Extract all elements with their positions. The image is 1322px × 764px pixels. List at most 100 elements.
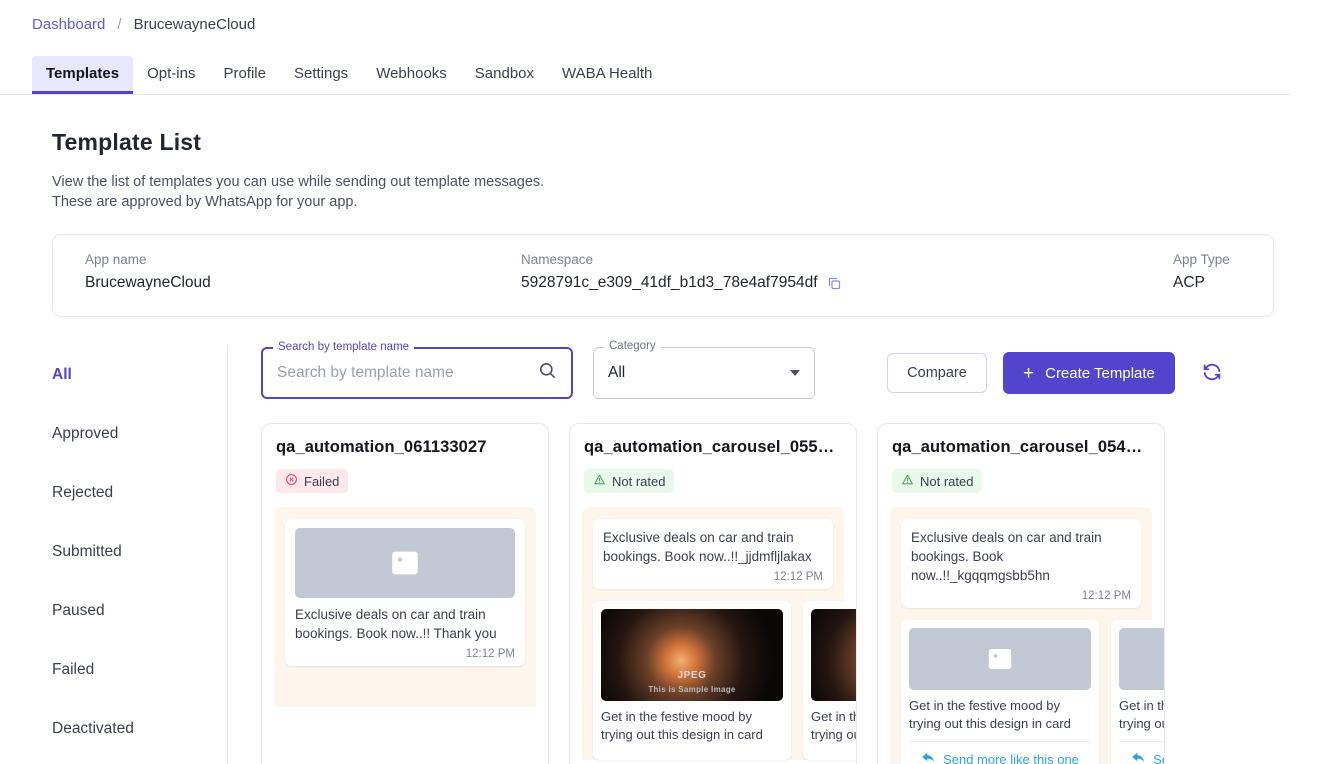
bubble-text: Exclusive deals on car and train booking… [295,607,497,641]
carousel-image-sublabel: This is Sample Image [648,685,736,694]
category-selected-value: All [608,364,626,381]
page-subtitle: View the list of templates you can use w… [52,172,1322,212]
carousel-image-sublabel: This is Sample Image [811,685,856,694]
template-card-header: qa_automation_061133027 Failed [262,424,548,493]
warning-triangle-icon [593,473,606,489]
filter-item-submitted[interactable]: Submitted [52,522,227,581]
message-bubble: Exclusive deals on car and train booking… [593,519,833,589]
bubble-media-placeholder [295,528,515,598]
bubble-text: Exclusive deals on car and train booking… [911,530,1102,583]
image-placeholder-icon [388,546,422,580]
breadcrumb-dashboard-link[interactable]: Dashboard [32,16,105,33]
carousel-card-image: JPEG This is Sample Image [601,609,783,701]
refresh-icon [1201,361,1223,386]
template-card-title: qa_automation_carousel_055… [584,438,835,456]
bubble-text: Exclusive deals on car and train booking… [603,530,812,564]
filter-item-all[interactable]: All [52,345,227,404]
send-more-like-this-button[interactable]: Send more like this one [1119,741,1164,764]
templates-toolbar: Search by template name Category All Com… [261,340,1322,401]
status-badge-label: Not rated [920,473,974,489]
carousel-image-label: JPEG [677,670,707,681]
carousel-card[interactable]: JPEG This is Sample Image Get in the fes… [593,601,791,760]
carousel-strip[interactable]: JPEG This is Sample Image Get in the fes… [593,601,856,760]
status-badge-label: Failed [304,473,340,489]
search-input[interactable] [277,364,538,382]
app-info-card: App name BrucewayneCloud Namespace 59287… [52,234,1274,317]
carousel-card-text: Get in the festive mood by trying out th… [811,709,856,742]
app-type-label: App Type [1173,252,1230,267]
app-type-block: App Type ACP [1173,252,1230,292]
search-legend: Search by template name [273,341,415,353]
tab-bar: Templates Opt-ins Profile Settings Webho… [0,51,1290,95]
template-card[interactable]: qa_automation_061133027 Failed Exclusive… [261,423,549,764]
template-preview-chat: Exclusive deals on car and train booking… [890,507,1164,764]
templates-content: Search by template name Category All Com… [228,340,1322,764]
tab-settings[interactable]: Settings [280,56,362,94]
main-content: All Approved Rejected Submitted Paused F… [0,340,1322,764]
template-card-header: qa_automation_carousel_055… Not rated [570,424,856,493]
namespace-block: Namespace 5928791c_e309_41df_b1d3_78e4af… [521,252,842,292]
refresh-button[interactable] [1199,360,1225,386]
page-header: Template List View the list of templates… [0,95,1322,212]
plus-icon: + [1023,362,1035,384]
message-bubble: Exclusive deals on car and train booking… [901,519,1141,608]
warning-triangle-icon [901,473,914,489]
tab-templates[interactable]: Templates [32,56,134,94]
send-more-like-this-label: Send more like this one [1153,751,1164,764]
template-card[interactable]: qa_automation_carousel_055… Not rated Ex… [569,423,857,764]
filter-item-paused[interactable]: Paused [52,581,227,640]
copy-icon[interactable] [827,276,842,291]
carousel-strip[interactable]: Get in the festive mood by trying out th… [901,620,1164,764]
tab-profile[interactable]: Profile [209,56,280,94]
send-more-like-this-button[interactable]: Send more like this one [909,741,1091,764]
template-preview-chat: Exclusive deals on car and train booking… [274,507,536,707]
create-template-button[interactable]: + Create Template [1003,352,1175,394]
page-title: Template List [52,129,202,155]
app-name-label: App name [85,252,147,267]
status-badge-label: Not rated [612,473,666,489]
search-icon[interactable] [538,361,557,385]
template-card-header: qa_automation_carousel_054… Not rated [878,424,1164,493]
tab-sandbox[interactable]: Sandbox [461,56,548,94]
app-type-value: ACP [1173,274,1205,291]
send-more-like-this-label: Send more like this one [943,751,1079,764]
message-bubble: Exclusive deals on car and train booking… [285,519,525,666]
breadcrumb-separator: / [117,16,122,33]
filter-item-deactivated[interactable]: Deactivated [52,699,227,758]
template-card-title: qa_automation_061133027 [276,438,487,456]
tab-opt-ins[interactable]: Opt-ins [133,56,209,94]
status-badge: Not rated [584,469,675,493]
carousel-card-image: JPEG This is Sample Image [811,609,856,701]
create-template-label: Create Template [1045,364,1155,382]
template-preview-chat: Exclusive deals on car and train booking… [582,507,856,760]
template-card[interactable]: qa_automation_carousel_054… Not rated Ex… [877,423,1165,764]
category-select[interactable]: Category All [593,340,815,399]
carousel-card-image [1119,628,1164,690]
namespace-value-row: 5928791c_e309_41df_b1d3_78e4af7954df [521,274,842,292]
carousel-card[interactable]: Get in the festive mood by trying out th… [901,620,1099,764]
tab-webhooks[interactable]: Webhooks [362,56,461,94]
namespace-value: 5928791c_e309_41df_b1d3_78e4af7954df [521,274,818,291]
app-name-value: BrucewayneCloud [85,274,211,291]
chevron-down-icon[interactable] [790,370,800,376]
category-legend: Category [604,340,661,352]
image-placeholder-icon [985,644,1015,674]
page-subtitle-line1: View the list of templates you can use w… [52,174,545,190]
carousel-card[interactable]: Get in the festive mood by trying out th… [1111,620,1164,764]
app-name-block: App name BrucewayneCloud [85,252,211,292]
tab-waba-health[interactable]: WABA Health [548,56,666,94]
circle-x-icon [285,473,298,489]
namespace-label: Namespace [521,252,594,267]
template-card-title: qa_automation_carousel_054… [892,438,1143,456]
compare-button[interactable]: Compare [887,353,987,393]
filter-item-rejected[interactable]: Rejected [52,463,227,522]
bubble-timestamp: 12:12 PM [465,648,515,660]
filter-item-failed[interactable]: Failed [52,640,227,699]
bubble-timestamp: 12:12 PM [1081,590,1131,602]
status-badge: Failed [276,469,349,493]
reply-arrow-icon [1131,750,1146,764]
search-field[interactable]: Search by template name [261,341,573,399]
filter-item-approved[interactable]: Approved [52,404,227,463]
template-card-list: qa_automation_061133027 Failed Exclusive… [261,423,1322,764]
carousel-card[interactable]: JPEG This is Sample Image Get in the fes… [803,601,856,760]
